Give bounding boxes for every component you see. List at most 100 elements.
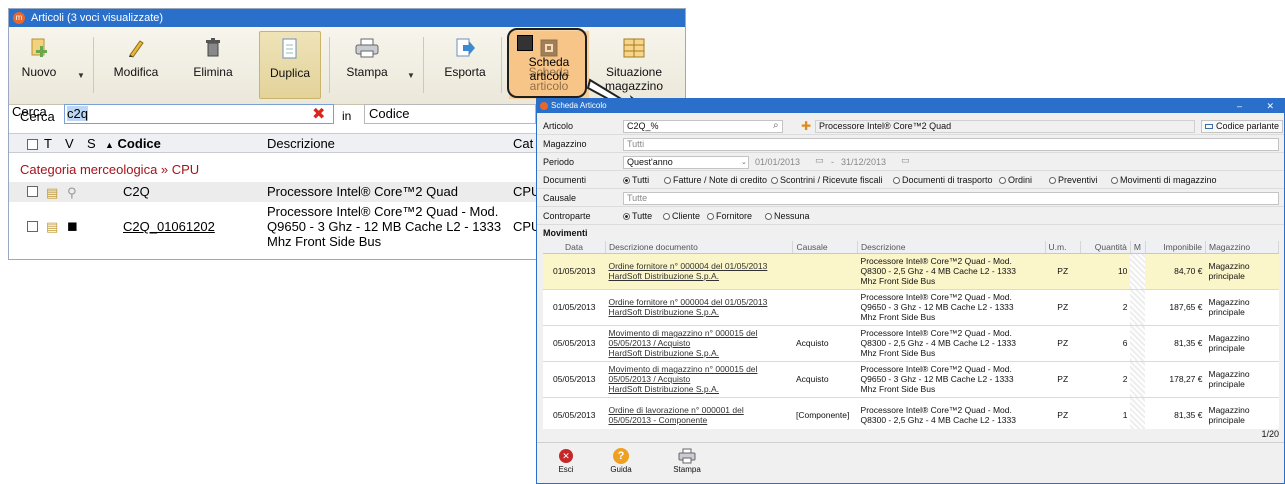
mag-line1: Magazzino: [1208, 261, 1250, 271]
search-icon[interactable]: ⌕: [773, 120, 779, 131]
duplica-button[interactable]: Duplica: [259, 31, 321, 99]
cell-causale: Acquisto: [795, 374, 829, 384]
search-field-select[interactable]: Codice: [364, 104, 536, 124]
close-window-icon[interactable]: ✕: [1266, 99, 1274, 113]
col-v[interactable]: V: [65, 136, 74, 151]
col-quantita[interactable]: Quantità: [1080, 241, 1131, 254]
doc-line1[interactable]: Ordine fornitore n° 000004 del 01/05/201…: [608, 297, 767, 307]
doc-line2[interactable]: HardSoft Distribuzione S.p.A.: [608, 307, 719, 317]
doc-line2[interactable]: 05/05/2013 - Componente: [608, 415, 707, 425]
movimento-row[interactable]: 05/05/2013 Ordine di lavorazione n° 00000…: [543, 397, 1279, 434]
search-input[interactable]: c2q: [64, 104, 334, 124]
nuovo-button[interactable]: Nuovo: [15, 31, 63, 99]
stampa-dropdown-icon[interactable]: ▼: [407, 71, 415, 80]
codice-parlante-button[interactable]: Codice parlante: [1201, 120, 1283, 133]
cell-imponibile-td: 178,27 €: [1145, 361, 1206, 398]
desc-line2: Q8300 - 2,5 Ghz - 4 MB Cache L2 - 1333: [860, 266, 1016, 276]
desc-line1: Processore Intel® Core™2 Quad - Mod.: [860, 292, 1012, 302]
articolo-row: Articolo C2Q_% ⌕ ✚ Processore Intel® Cor…: [537, 118, 1284, 135]
doc-line3[interactable]: HardSoft Distribuzione S.p.A.: [608, 384, 719, 394]
movimento-row[interactable]: 01/05/2013 Ordine fornitore n° 000004 del…: [543, 289, 1279, 326]
articolo-input[interactable]: C2Q_%: [623, 120, 783, 133]
add-icon[interactable]: ✚: [801, 119, 811, 133]
table-row[interactable]: ▤ ⚲ C2Q Processore Intel® Core™2 Quad CP…: [9, 182, 540, 202]
doc-line1[interactable]: Ordine di lavorazione n° 000001 del: [608, 405, 743, 415]
cell-imponibile: 84,70 €: [1174, 266, 1203, 276]
doc-line2[interactable]: HardSoft Distribuzione S.p.A.: [608, 271, 719, 281]
doc-radio-scontrini[interactable]: Scontrini / Ricevute fiscali: [771, 175, 883, 185]
col-imponibile[interactable]: Imponibile: [1145, 241, 1207, 254]
col-um[interactable]: U.m.: [1045, 241, 1081, 254]
magazzino-select[interactable]: Tutti: [623, 138, 1279, 151]
scheda-hl-line1: Scheda: [528, 55, 570, 69]
cell-data: 01/05/2013: [552, 302, 596, 312]
cp-radio-tutte[interactable]: Tutte: [623, 211, 652, 221]
mag-line1: Magazzino: [1208, 369, 1250, 379]
modifica-button[interactable]: Modifica: [105, 31, 167, 99]
col-codice[interactable]: ▲ Codice: [105, 136, 161, 151]
col-causale[interactable]: Causale: [792, 241, 859, 254]
col-descrizione[interactable]: Descrizione: [857, 241, 1046, 254]
date-to[interactable]: 31/12/2013: [841, 157, 886, 167]
doc-line3[interactable]: HardSoft Distribuzione S.p.A.: [608, 348, 719, 358]
doc-line1[interactable]: Movimento di magazzino n° 000015 del: [608, 364, 757, 374]
col-cat[interactable]: Cat: [513, 136, 533, 151]
col-descrizione[interactable]: Descrizione: [267, 136, 335, 151]
doc-tutti-label: Tutti: [632, 175, 650, 185]
select-all-checkbox[interactable]: [27, 139, 38, 150]
cp-radio-nessuna[interactable]: Nessuna: [765, 211, 810, 221]
cell-um: PZ: [1057, 302, 1069, 312]
doc-line2[interactable]: 05/05/2013 / Acquisto: [608, 374, 690, 384]
pager-count: 1/20: [1261, 429, 1279, 439]
movimento-row[interactable]: 05/05/2013 Movimento di magazzino n° 0000…: [543, 325, 1279, 362]
doc-radio-preventivi[interactable]: Preventivi: [1049, 175, 1098, 185]
doc-line2[interactable]: 05/05/2013 / Acquisto: [608, 338, 690, 348]
chevron-down-icon[interactable]: ⌄: [741, 158, 747, 166]
nuovo-dropdown-icon[interactable]: ▼: [77, 71, 85, 80]
doc-radio-ddt[interactable]: Documenti di trasporto: [893, 175, 993, 185]
causale-select[interactable]: Tutte: [623, 192, 1279, 205]
warehouse-shelf-icon: [623, 38, 645, 58]
esci-button[interactable]: ✕ Esci: [551, 447, 581, 474]
stampa-bottom-button[interactable]: Stampa: [667, 447, 707, 474]
elimina-button[interactable]: Elimina: [185, 31, 241, 99]
row-codice[interactable]: C2Q_01061202: [123, 219, 215, 234]
guida-button[interactable]: ? Guida: [601, 447, 641, 474]
clear-search-icon[interactable]: ✖: [312, 104, 325, 124]
calendar-icon[interactable]: ▭: [901, 155, 910, 166]
movimento-row[interactable]: 05/05/2013 Movimento di magazzino n° 0000…: [543, 361, 1279, 398]
calendar-icon[interactable]: ▭: [815, 155, 824, 166]
doc-line1[interactable]: Ordine fornitore n° 000004 del 01/05/201…: [608, 261, 767, 271]
col-s[interactable]: S: [87, 136, 96, 151]
minimize-window-icon[interactable]: –: [1237, 99, 1242, 113]
movimenti-section-title: Movimenti: [543, 228, 588, 238]
col-descrizione-documento[interactable]: Descrizione documento: [605, 241, 794, 254]
table-row[interactable]: ▤ ◼ C2Q_01061202 Processore Intel® Core™…: [9, 203, 540, 253]
cell-imponibile-td: 84,70 €: [1145, 252, 1206, 290]
stampa-button[interactable]: Stampa: [337, 31, 397, 99]
col-data[interactable]: Data: [543, 241, 606, 254]
date-from[interactable]: 01/01/2013: [755, 157, 800, 167]
doc-radio-ordini[interactable]: Ordini: [999, 175, 1032, 185]
cell-magazzino: Magazzino principale: [1205, 252, 1279, 290]
row-checkbox[interactable]: [27, 186, 38, 197]
cell-quantita: 10: [1117, 266, 1128, 276]
col-magazzino[interactable]: Magazzino: [1205, 241, 1279, 254]
grid-header: T V S ▲ Codice Descrizione Cat: [9, 133, 536, 153]
doc-radio-movimenti[interactable]: Movimenti di magazzino: [1111, 175, 1217, 185]
row-checkbox[interactable]: [27, 221, 38, 232]
export-icon: [456, 38, 475, 57]
doc-radio-fatture[interactable]: Fatture / Note di credito: [664, 175, 767, 185]
cell-quantita-td: 10: [1080, 252, 1131, 290]
periodo-select[interactable]: Quest'anno: [623, 156, 749, 169]
movimento-row[interactable]: 01/05/2013 Ordine fornitore n° 000004 del…: [543, 252, 1279, 290]
esporta-button[interactable]: Esporta: [437, 31, 493, 99]
doc-line1[interactable]: Movimento di magazzino n° 000015 del: [608, 328, 757, 338]
desc-line1: Processore Intel® Core™2 Quad - Mod.: [860, 328, 1012, 338]
category-group-label[interactable]: Categoria merceologica » CPU: [20, 162, 199, 177]
col-m[interactable]: M: [1130, 241, 1146, 254]
doc-radio-tutti[interactable]: Tutti: [623, 175, 649, 185]
cp-radio-cliente[interactable]: Cliente: [663, 211, 700, 221]
cp-radio-fornitore[interactable]: Fornitore: [707, 211, 752, 221]
col-t[interactable]: T: [44, 136, 52, 151]
